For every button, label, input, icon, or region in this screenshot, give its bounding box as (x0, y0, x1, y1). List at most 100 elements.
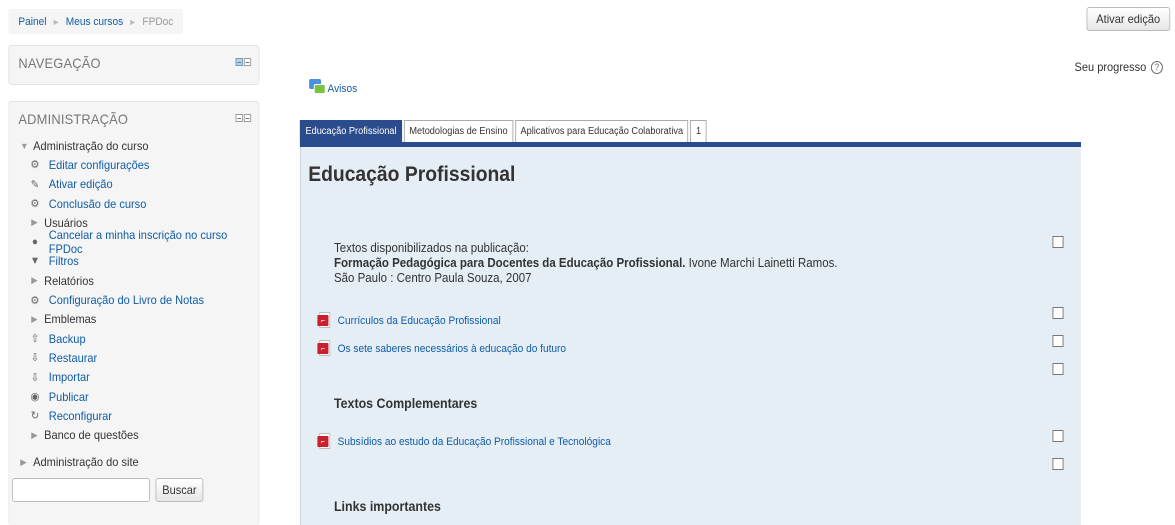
resource-item[interactable]: ⌐ Os sete saberes necessários à educação… (317, 340, 566, 358)
admin-search-input[interactable] (11, 478, 150, 502)
tree-item-label[interactable]: Ativar edição (49, 177, 113, 191)
block-controls (235, 58, 252, 66)
tree-item-site-admin[interactable]: ▶ Administração do site (20, 453, 258, 472)
tree-item-backup[interactable]: ⇧ Backup (20, 329, 258, 348)
intro-text: Textos disponibilizados na publicação: F… (334, 241, 838, 286)
completion-checkbox[interactable] (1052, 430, 1064, 442)
tab-aplicativos[interactable]: Aplicativos para Educação Colaborativa (514, 120, 689, 142)
resource-item[interactable]: ⌐ Currículos da Educação Profissional (317, 312, 501, 330)
tree-item-label: Relatórios (44, 273, 94, 288)
intro-line: Formação Pedagógica para Docentes da Edu… (334, 256, 838, 271)
tree-item-label: Administração do curso (33, 138, 149, 153)
administration-block-title[interactable]: ADMINISTRAÇÃO (9, 102, 258, 136)
tree-item-course-admin[interactable]: ▼ Administração do curso (20, 136, 258, 155)
pdf-icon: ⌐ (317, 340, 332, 358)
section-title: Educação Profissional (308, 163, 516, 186)
tree-item-turn-editing-on[interactable]: ✎ Ativar edição (20, 175, 258, 194)
completion-checkbox[interactable] (1052, 458, 1064, 470)
forum-link[interactable]: Avisos (328, 83, 358, 95)
upload-icon: ⇧ (30, 333, 40, 346)
breadcrumb: Painel ► Meus cursos ► FPDoc (8, 9, 184, 34)
help-icon[interactable]: ? (1150, 60, 1163, 74)
progress-label: Seu progresso (1074, 60, 1147, 74)
navigation-block: NAVEGAÇÃO (8, 45, 260, 85)
collapse-triangle-icon: ▼ (20, 140, 29, 151)
tree-item-label[interactable]: Publicar (49, 390, 89, 404)
tree-item-label: Banco de questões (44, 428, 139, 443)
breadcrumb-home-link[interactable]: Painel (18, 16, 46, 28)
tree-item-label[interactable]: Importar (49, 370, 90, 384)
dock-block-icon[interactable] (235, 114, 243, 122)
tree-item-import[interactable]: ⇩ Importar (20, 368, 258, 387)
turn-editing-on-button[interactable]: Ativar edição (1086, 7, 1171, 31)
complementary-heading: Textos Complementares (333, 396, 478, 411)
tree-item-label[interactable]: Restaurar (49, 351, 97, 365)
tree-item-label[interactable]: Editar configurações (49, 158, 150, 172)
tree-item-publish[interactable]: ◉ Publicar (20, 387, 258, 406)
tree-item-label[interactable]: Configuração do Livro de Notas (49, 293, 204, 307)
tree-item-label[interactable]: Filtros (49, 254, 79, 268)
resource-link[interactable]: Os sete saberes necessários à educação d… (338, 343, 566, 355)
tree-item-unenrol[interactable]: ● Cancelar a minha inscrição no curso FP… (20, 228, 258, 256)
download-icon: ⇩ (30, 371, 40, 384)
tab-1[interactable]: 1 (690, 120, 707, 142)
resource-link[interactable]: Currículos da Educação Profissional (338, 315, 501, 327)
tree-item-label[interactable]: Cancelar a minha inscrição no curso FPDo… (49, 228, 259, 256)
collapse-block-icon[interactable] (243, 58, 252, 66)
collapse-block-icon[interactable] (243, 114, 252, 122)
completion-checkbox[interactable] (1052, 307, 1064, 319)
tab-metodologias-de-ensino[interactable]: Metodologias de Ensino (403, 120, 514, 142)
expand-triangle-icon: ▶ (31, 275, 38, 286)
administration-block: ADMINISTRAÇÃO ▼ Administração do curso ⚙… (8, 101, 260, 525)
expand-triangle-icon: ▶ (31, 217, 38, 228)
breadcrumb-my-courses-link[interactable]: Meus cursos (66, 16, 123, 28)
pdf-icon: ⌐ (317, 312, 332, 330)
links-heading: Links importantes (333, 499, 441, 514)
admin-search: Buscar (11, 478, 204, 502)
dock-block-icon[interactable] (235, 58, 243, 66)
forum-icon (309, 79, 326, 95)
publication-author: Ivone Marchi Lainetti Ramos. (685, 256, 838, 270)
globe-icon: ◉ (30, 391, 40, 403)
tree-item-gradebook-setup[interactable]: ⚙ Configuração do Livro de Notas (20, 290, 258, 309)
tree-item-reports[interactable]: ▶ Relatórios (20, 271, 258, 290)
section-tabs: Educação Profissional Metodologias de En… (299, 120, 707, 142)
expand-triangle-icon: ▶ (20, 456, 27, 467)
pdf-icon: ⌐ (317, 433, 332, 451)
completion-checkbox[interactable] (1052, 236, 1064, 248)
tree-item-label[interactable]: Conclusão de curso (49, 197, 147, 211)
tree-item-course-completion[interactable]: ⚙ Conclusão de curso (20, 194, 258, 213)
tree-item-question-bank[interactable]: ▶ Banco de questões (20, 425, 258, 444)
tree-item-reset[interactable]: ↻ Reconfigurar (20, 406, 258, 425)
completion-checkbox[interactable] (1052, 335, 1064, 347)
tab-educacao-profissional[interactable]: Educação Profissional (299, 120, 402, 142)
download-icon: ⇩ (30, 352, 40, 365)
intro-line: Textos disponibilizados na publicação: (333, 241, 529, 255)
tree-item-label: Emblemas (44, 312, 97, 327)
gear-icon: ⚙ (30, 198, 40, 211)
gear-icon: ⚙ (30, 294, 40, 307)
tree-item-restore[interactable]: ⇩ Restaurar (20, 348, 258, 367)
tree-item-edit-settings[interactable]: ⚙ Editar configurações (20, 155, 258, 174)
tree-item-label[interactable]: Reconfigurar (49, 409, 112, 423)
course-progress: Seu progresso ? (1075, 60, 1163, 74)
tree-item-badges[interactable]: ▶ Emblemas (20, 310, 258, 329)
resource-link[interactable]: Subsídios ao estudo da Educação Profissi… (338, 436, 611, 448)
gear-icon: ⚙ (30, 159, 40, 172)
refresh-icon: ↻ (30, 410, 40, 423)
forum-activity[interactable]: Avisos (309, 79, 357, 95)
pencil-icon: ✎ (30, 178, 40, 191)
tree-item-label: Administração do site (33, 455, 139, 470)
block-controls (235, 114, 252, 122)
expand-triangle-icon: ▶ (31, 429, 38, 440)
section-content: Educação Profissional Textos disponibili… (299, 147, 1081, 525)
tree-item-label[interactable]: Backup (49, 332, 86, 346)
publication-title: Formação Pedagógica para Docentes da Edu… (333, 256, 686, 270)
admin-tree: ▼ Administração do curso ⚙ Editar config… (9, 136, 258, 472)
filter-icon: ▼ (29, 255, 40, 268)
breadcrumb-separator-icon: ► (52, 16, 61, 27)
completion-checkbox[interactable] (1052, 363, 1064, 375)
search-button[interactable]: Buscar (155, 478, 204, 502)
navigation-block-title[interactable]: NAVEGAÇÃO (9, 46, 258, 80)
resource-item[interactable]: ⌐ Subsídios ao estudo da Educação Profis… (317, 433, 611, 451)
